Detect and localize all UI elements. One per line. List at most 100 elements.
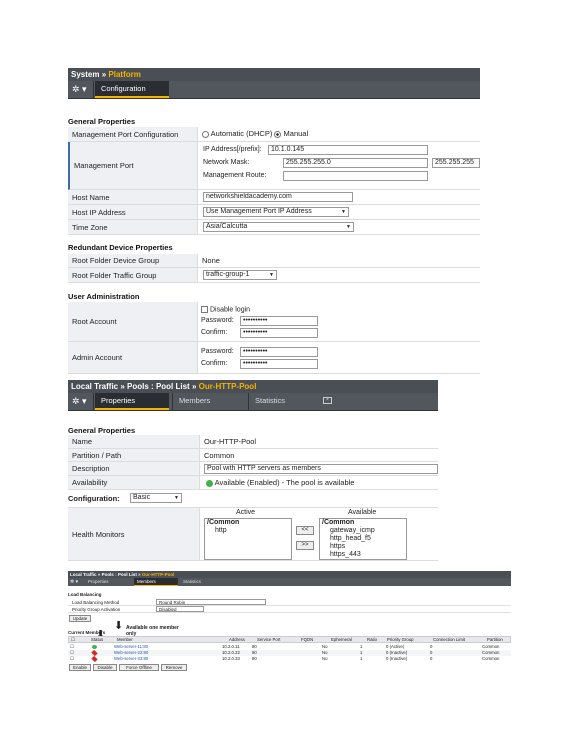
col-member[interactable]: Member [117, 637, 133, 642]
disable-button[interactable]: Disable [93, 664, 117, 671]
disable-login-checkbox[interactable] [201, 306, 208, 313]
config-label: Configuration: [68, 494, 120, 503]
manual-radio[interactable] [274, 130, 282, 138]
host-ip-label: Host IP Address [68, 205, 198, 219]
col-ratio[interactable]: Ratio [367, 637, 377, 642]
ip-address-input[interactable]: 10.1.0.145 [268, 145, 428, 155]
member-address: 10.2.0.33 [222, 656, 240, 661]
time-zone-label: Time Zone [68, 220, 198, 234]
tab-properties[interactable]: Properties [88, 578, 132, 586]
member-link[interactable]: Web-server-33:80 [114, 656, 148, 662]
gear-icon[interactable]: ✲ ▾ [68, 393, 94, 410]
tab-statistics[interactable]: Statistics × [248, 393, 338, 410]
pool-name-label: Name [68, 435, 200, 448]
network-mask-extra[interactable]: 255.255.255 [432, 158, 480, 168]
availability-value: Available (Enabled) - The pool is availa… [214, 478, 355, 487]
col-status[interactable]: Status [91, 637, 103, 642]
breadcrumb-local-traffic[interactable]: Local Traffic [70, 572, 97, 577]
description-label: Description [68, 462, 200, 475]
priority-select[interactable]: Disabled [156, 606, 204, 612]
lb-method-value: Round Robin [159, 600, 186, 605]
breadcrumb-local-traffic[interactable]: Local Traffic [71, 382, 118, 391]
lb-method-select[interactable]: Round Robin [156, 599, 266, 605]
root-password-input[interactable]: •••••••••• [240, 316, 318, 326]
general-properties-title: General Properties [68, 117, 136, 126]
admin-confirm-input[interactable]: •••••••••• [240, 359, 318, 369]
host-name-input[interactable]: networkshieldacademy.com [203, 192, 353, 202]
list-item[interactable]: http_head_f5 [322, 535, 406, 543]
member-partition: Common [482, 656, 500, 661]
row-checkbox[interactable]: ☐ [70, 656, 74, 662]
tab-properties[interactable]: Properties [95, 393, 169, 410]
root-confirm-input[interactable]: •••••••••• [240, 328, 318, 338]
gear-icon[interactable]: ✲ ▾ [70, 578, 78, 586]
breadcrumb-pool-list[interactable]: Pools : Pool List [102, 572, 137, 577]
available-monitors-list[interactable]: /Common gateway_icmp http_head_f5 https … [319, 518, 407, 560]
breadcrumb-sep: » [191, 382, 197, 391]
tab-configuration[interactable]: Configuration [95, 81, 169, 98]
col-fqdn[interactable]: FQDN [301, 637, 313, 642]
pool-panel: Local Traffic » Pools : Pool List » Our-… [68, 380, 438, 562]
root-folder-traffic-row: Root Folder Traffic Group traffic-group-… [68, 268, 480, 283]
pool-name-value: Our-HTTP-Pool [204, 437, 257, 446]
config-mode-select[interactable]: Basic ▼ [130, 493, 182, 503]
pool-breadcrumb: Local Traffic » Pools : Pool List » Our-… [68, 380, 438, 393]
description-input[interactable]: Pool with HTTP servers as members [204, 464, 438, 474]
gear-icon[interactable]: ✲ ▾ [68, 81, 94, 98]
list-item[interactable]: /Common [207, 519, 291, 527]
active-title: Active [236, 509, 256, 516]
breadcrumb-system[interactable]: System [71, 70, 99, 79]
health-monitors-row: Health Monitors Active Available /Common… [68, 507, 438, 561]
available-title: Available [348, 509, 377, 516]
time-zone-value: Asia/Calcutta [206, 223, 248, 230]
list-item[interactable]: http [207, 527, 291, 535]
status-offline-icon [91, 655, 98, 663]
update-button[interactable]: Update [69, 615, 91, 622]
manual-radio-label: Manual [283, 129, 309, 138]
pool-general-title: General Properties [68, 426, 136, 435]
enable-button[interactable]: Enable [69, 664, 91, 671]
priority-row: Priority Group Activation Disabled [68, 606, 511, 613]
pool-tabbar: ✲ ▾ Properties Members Statistics × [68, 393, 438, 411]
members-table-header: ☐ Status Member Address Service Port FQD… [68, 636, 511, 643]
host-ip-select[interactable]: Use Management Port IP Address ▼ [203, 207, 349, 217]
force-offline-button[interactable]: Force Offline [119, 664, 159, 671]
admin-password-input[interactable]: •••••••••• [240, 347, 318, 357]
mgmt-port-config-row: Management Port Configuration Automatic … [68, 127, 480, 142]
active-monitors-list[interactable]: /Common http [204, 518, 292, 560]
table-row[interactable]: ☐ Web-server-33:80 10.2.0.33 80 No 1 0 (… [68, 655, 511, 663]
col-priority-group[interactable]: Priority Group [387, 637, 414, 642]
admin-account-label: Admin Account [68, 342, 198, 373]
dhcp-radio[interactable] [202, 130, 209, 138]
breadcrumb-pool-list[interactable]: Pools : Pool List [127, 382, 190, 391]
list-item[interactable]: gateway_icmp [322, 527, 406, 535]
available-status-icon [206, 479, 213, 487]
add-monitor-button[interactable]: << [296, 526, 314, 535]
col-partition[interactable]: Partition [487, 637, 503, 642]
list-item[interactable]: https_443 [322, 551, 406, 559]
root-account-label: Root Account [68, 302, 198, 341]
col-address[interactable]: Address [229, 637, 245, 642]
network-mask-input[interactable]: 255.255.255.0 [283, 158, 428, 168]
tab-members[interactable]: Members [134, 578, 178, 586]
management-route-input[interactable] [283, 171, 428, 181]
select-all-checkbox[interactable]: ☐ [71, 637, 75, 642]
col-service-port[interactable]: Service Port [257, 637, 280, 642]
col-connection-limit[interactable]: Connection Limit [433, 637, 465, 642]
time-zone-select[interactable]: Asia/Calcutta ▼ [203, 222, 354, 232]
tab-members[interactable]: Members [172, 393, 246, 410]
remove-button[interactable]: Remove [161, 664, 187, 671]
lb-title: Load Balancing [68, 592, 102, 597]
breadcrumb-platform[interactable]: Platform [108, 70, 140, 79]
mask-label: Network Mask: [203, 159, 250, 166]
tab-statistics[interactable]: Statistics [180, 578, 240, 586]
traffic-group-select[interactable]: traffic-group-1 ▼ [203, 270, 277, 280]
col-ephemeral[interactable]: Ephemeral [331, 637, 352, 642]
priority-value: Disabled [159, 607, 177, 612]
list-item[interactable]: https [322, 543, 406, 551]
host-name-row: Host Name networkshieldacademy.com [68, 190, 480, 205]
admin-confirm-label: Confirm: [201, 360, 228, 367]
remove-monitor-button[interactable]: >> [296, 541, 314, 550]
breadcrumb-sep: » [101, 70, 107, 79]
list-item[interactable]: /Common [322, 519, 406, 527]
